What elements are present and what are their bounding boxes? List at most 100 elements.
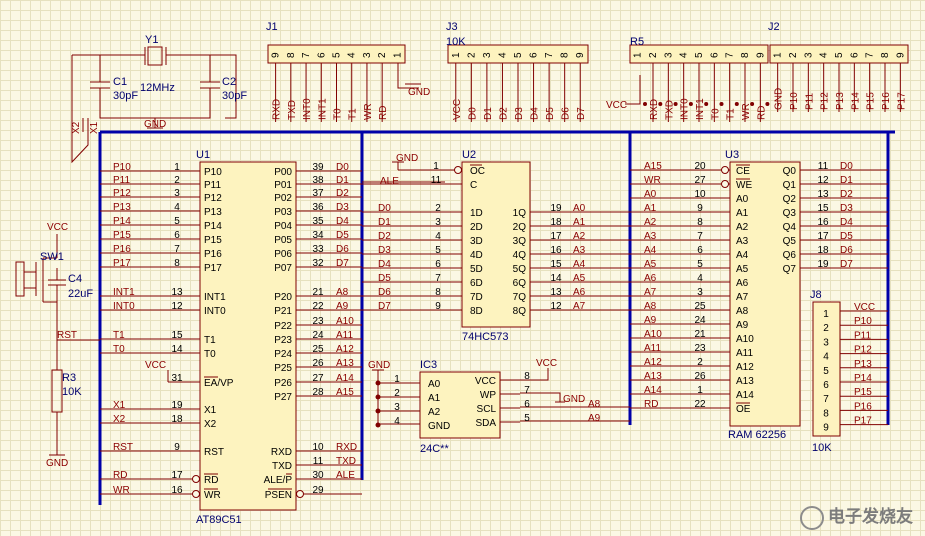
- u1-ref: U1: [196, 149, 210, 161]
- j1-pin-7: 7: [301, 52, 312, 58]
- j1-pin-3: 3: [362, 52, 373, 58]
- vcc-ic3: VCC: [536, 358, 557, 369]
- u3-pin-q0: Q0: [783, 166, 797, 177]
- watermark: 电子发烧友: [800, 502, 913, 530]
- u3-pin-q7: Q7: [783, 264, 797, 275]
- ic3-junction: [375, 422, 381, 428]
- j2-pin-4: 4: [819, 52, 830, 58]
- u3-pin-q6: Q6: [783, 250, 797, 261]
- u1-pin-p13: P13: [204, 207, 222, 218]
- u3-pinnum-10: 10: [694, 189, 706, 200]
- u1-pinnum-34: 34: [312, 230, 324, 241]
- u1-pinnum-39: 39: [312, 162, 324, 173]
- u2-net-a1: A1: [573, 217, 586, 228]
- u1-pin-p17: P17: [204, 263, 222, 274]
- ic3-pinnum-8: 8: [524, 371, 530, 382]
- u1-pinnum-22: 22: [312, 301, 324, 312]
- u2-pinnum-6: 6: [435, 259, 441, 270]
- u1-pinnum-5: 5: [174, 216, 180, 227]
- u1-pin-eavp: EA/VP: [204, 378, 234, 389]
- j2-net-p15: P15: [866, 92, 877, 110]
- u1-pin-p22: P22: [274, 321, 292, 332]
- u2-pinnum-7: 7: [435, 273, 441, 284]
- u3-pin-q3: Q3: [783, 208, 797, 219]
- r5-dot: [643, 102, 647, 106]
- u3-net-d3: D3: [840, 203, 853, 214]
- r5-net-txd: TXD: [664, 100, 675, 120]
- j2-net-p11: P11: [804, 93, 815, 110]
- u2-net-a4: A4: [573, 259, 586, 270]
- j2-pin-5: 5: [834, 52, 845, 58]
- u3-part: RAM 62256: [728, 429, 786, 441]
- u2-net-d7: D7: [378, 301, 391, 312]
- y1-ref: Y1: [145, 34, 158, 46]
- pin-layer: 9 8 7 6 5 4 3 2 1RXD TXD INT0 INT1 T0 T1 WR RD1 2 3 4 5 6 7 8 9…: [100, 44, 909, 511]
- gnd-reset: GND: [46, 458, 68, 469]
- u2-net-d1: D1: [378, 217, 391, 228]
- logo-icon: [800, 506, 824, 530]
- c4-value: 22uF: [68, 288, 93, 300]
- ic3-pin-a0: A0: [428, 379, 441, 390]
- u1-net-a8: A8: [336, 287, 349, 298]
- u3-pinnum-4: 4: [697, 273, 703, 284]
- u2-pinnum-13: 13: [550, 287, 562, 298]
- u1-pin-p01: P01: [274, 180, 292, 191]
- u3-pinnum-13: 13: [817, 189, 829, 200]
- u1-pinnum-8: 8: [174, 258, 180, 269]
- u1-net-x2: X2: [113, 414, 126, 425]
- j1-net-t0: T0: [333, 108, 344, 120]
- u3-net-a1: A1: [644, 203, 657, 214]
- u1-invert-bubble: [192, 475, 200, 483]
- u3-invert-bubble: [721, 180, 729, 188]
- j2-net-p13: P13: [835, 92, 846, 110]
- u3-pin-a3: A3: [736, 236, 749, 247]
- u2-pinnum-15: 15: [550, 259, 562, 270]
- ic3-part: 24C**: [420, 443, 449, 455]
- r5-pin-7: 7: [725, 52, 736, 58]
- u1-pin-p11: P11: [204, 180, 221, 191]
- ic3-junction: [375, 380, 381, 386]
- gnd-j1: GND: [408, 87, 430, 98]
- ic3-junction: [375, 394, 381, 400]
- r5-dot: [719, 102, 724, 106]
- u1-pinnum-32: 32: [312, 258, 324, 269]
- j3-pin-1: 1: [451, 52, 462, 58]
- u1-net-int0: INT0: [113, 301, 135, 312]
- u3-net-d0: D0: [840, 161, 853, 172]
- r5-net-int0: INT0: [680, 98, 691, 120]
- u1-pinnum-2: 2: [174, 175, 180, 186]
- u1-pin-p14: P14: [204, 221, 222, 232]
- j8-net-p10: P10: [854, 316, 872, 327]
- j3-net-d6: D6: [561, 107, 572, 120]
- u1-pinnum-33: 33: [312, 244, 324, 255]
- u3-pinnum-24: 24: [694, 315, 706, 326]
- j3-pin-4: 4: [497, 52, 508, 58]
- gnd-ic3-wp: GND: [563, 394, 585, 405]
- r5-dot: [734, 102, 739, 106]
- u2-net-ale: ALE: [380, 176, 399, 187]
- u3-net-a11: A11: [644, 343, 661, 354]
- u2-net-d5: D5: [378, 273, 391, 284]
- u1-net-p16: P16: [113, 244, 131, 255]
- u3-pinnum-20: 20: [694, 161, 706, 172]
- u1-net-a13: A13: [336, 358, 354, 369]
- u2-net-d4: D4: [378, 259, 391, 270]
- u2-pin-1d: 1D: [470, 208, 483, 219]
- u2-pin-2q: 2Q: [513, 222, 527, 233]
- u3-pinnum-25: 25: [694, 301, 706, 312]
- u1-pin-p21: P21: [274, 306, 292, 317]
- u1-pin-p16: P16: [204, 249, 222, 260]
- u1-pinnum-21: 21: [312, 287, 324, 298]
- u1-pinnum-27: 27: [312, 373, 324, 384]
- u1-pinnum-31: 31: [171, 373, 183, 384]
- u1-pin-rxd: RXD: [271, 447, 292, 458]
- u2-pin-5d: 5D: [470, 264, 483, 275]
- j8-value: 10K: [812, 442, 832, 454]
- u3-pinnum-18: 18: [817, 245, 829, 256]
- vcc-r5: VCC: [606, 100, 627, 111]
- ic3-pin-wp: WP: [480, 390, 496, 401]
- u2-part: 74HC573: [462, 331, 508, 343]
- u2-pinnum-12: 12: [550, 301, 562, 312]
- u1-pin-p05: P05: [274, 235, 292, 246]
- y1-value: 12MHz: [140, 82, 175, 94]
